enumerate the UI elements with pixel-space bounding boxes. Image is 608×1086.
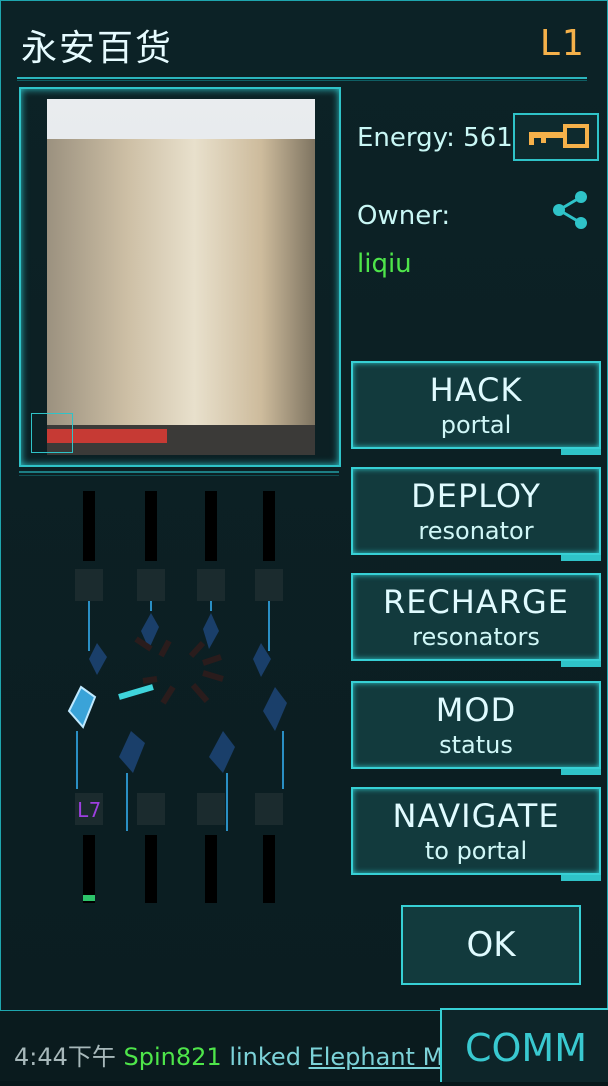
photo-divider [19, 471, 339, 473]
resonator-level: L7 [77, 798, 101, 822]
resonator-slot-bottom-3[interactable] [197, 793, 225, 825]
title-divider [17, 77, 587, 79]
button-sublabel: portal [440, 411, 512, 439]
navigate-to-portal-button[interactable]: NAVIGATE to portal [351, 787, 601, 881]
share-icon[interactable] [549, 189, 591, 231]
button-sublabel: resonators [412, 623, 540, 651]
mod-status-button[interactable]: MOD status [351, 681, 601, 775]
photo-thumbnail[interactable] [31, 413, 73, 453]
portal-title: 永安百货 [21, 28, 174, 69]
comm-button[interactable]: COMM [440, 1008, 608, 1082]
portal-photo[interactable] [47, 99, 315, 455]
portal-level: L1 [539, 23, 583, 64]
resonator-bar-top-3 [205, 491, 217, 561]
ticker-action: linked [229, 1043, 301, 1071]
resonator-bar-bottom-4 [263, 835, 275, 903]
resonator-slot-top-1[interactable] [75, 569, 103, 601]
portal-panel: 永安百货 L1 Energy: 561 Owner: liqiu HACK po… [0, 0, 608, 1012]
resonator-gem-active [67, 685, 97, 729]
button-sublabel: status [439, 731, 513, 759]
resonator-diagram: L7 [67, 491, 287, 903]
resonator-slot-top-4[interactable] [255, 569, 283, 601]
resonator-bar-top-2 [145, 491, 157, 561]
photo-divider-inner [19, 475, 339, 476]
recharge-resonators-button[interactable]: RECHARGE resonators [351, 573, 601, 667]
button-label: RECHARGE [383, 583, 569, 621]
button-label: NAVIGATE [392, 797, 560, 835]
resonator-bar-bottom-2 [145, 835, 157, 903]
resonator-bar-bottom-3 [205, 835, 217, 903]
portal-photo-frame [19, 87, 341, 467]
resonator-gem [119, 731, 145, 773]
button-label: HACK [429, 371, 523, 409]
owner-name[interactable]: liqiu [357, 249, 412, 279]
resonator-bar-bottom-1 [83, 835, 95, 903]
button-sublabel: resonator [418, 517, 534, 545]
portal-key-button[interactable] [513, 113, 599, 161]
energy-value: 561 [463, 123, 513, 153]
ok-button[interactable]: OK [401, 905, 581, 985]
deploy-resonator-button[interactable]: DEPLOY resonator [351, 467, 601, 561]
ticker-time: 4:44下午 [14, 1043, 116, 1071]
resonator-gem [263, 687, 287, 731]
resonator-bar-top-4 [263, 491, 275, 561]
resonator-slot-bottom-2[interactable] [137, 793, 165, 825]
button-label: DEPLOY [411, 477, 541, 515]
building-image [47, 139, 315, 455]
portal-core-active [118, 684, 154, 700]
resonator-slot-bottom-4[interactable] [255, 793, 283, 825]
button-sublabel: to portal [424, 837, 528, 865]
resonator-bar-top-1 [83, 491, 95, 561]
portal-core [134, 636, 224, 705]
resonator-gem [209, 731, 235, 773]
energy-label: Energy: [357, 123, 455, 153]
resonator-gem [203, 613, 219, 649]
button-label: MOD [435, 691, 517, 729]
resonator-slot-top-3[interactable] [197, 569, 225, 601]
key-icon [529, 124, 589, 148]
energy-stat: Energy: 561 [357, 123, 513, 153]
hack-portal-button[interactable]: HACK portal [351, 361, 601, 455]
resonator-energy-fill [83, 895, 95, 901]
ticker-agent[interactable]: Spin821 [124, 1043, 222, 1071]
resonator-slot-top-2[interactable] [137, 569, 165, 601]
owner-label: Owner: [357, 201, 451, 231]
title-divider-inner [17, 80, 587, 81]
resonator-gem [89, 643, 107, 675]
ticker-message: 4:44下午 Spin821 linked Elephant Ma [14, 1037, 458, 1072]
ticker-portal-link[interactable]: Elephant Ma [309, 1043, 458, 1071]
